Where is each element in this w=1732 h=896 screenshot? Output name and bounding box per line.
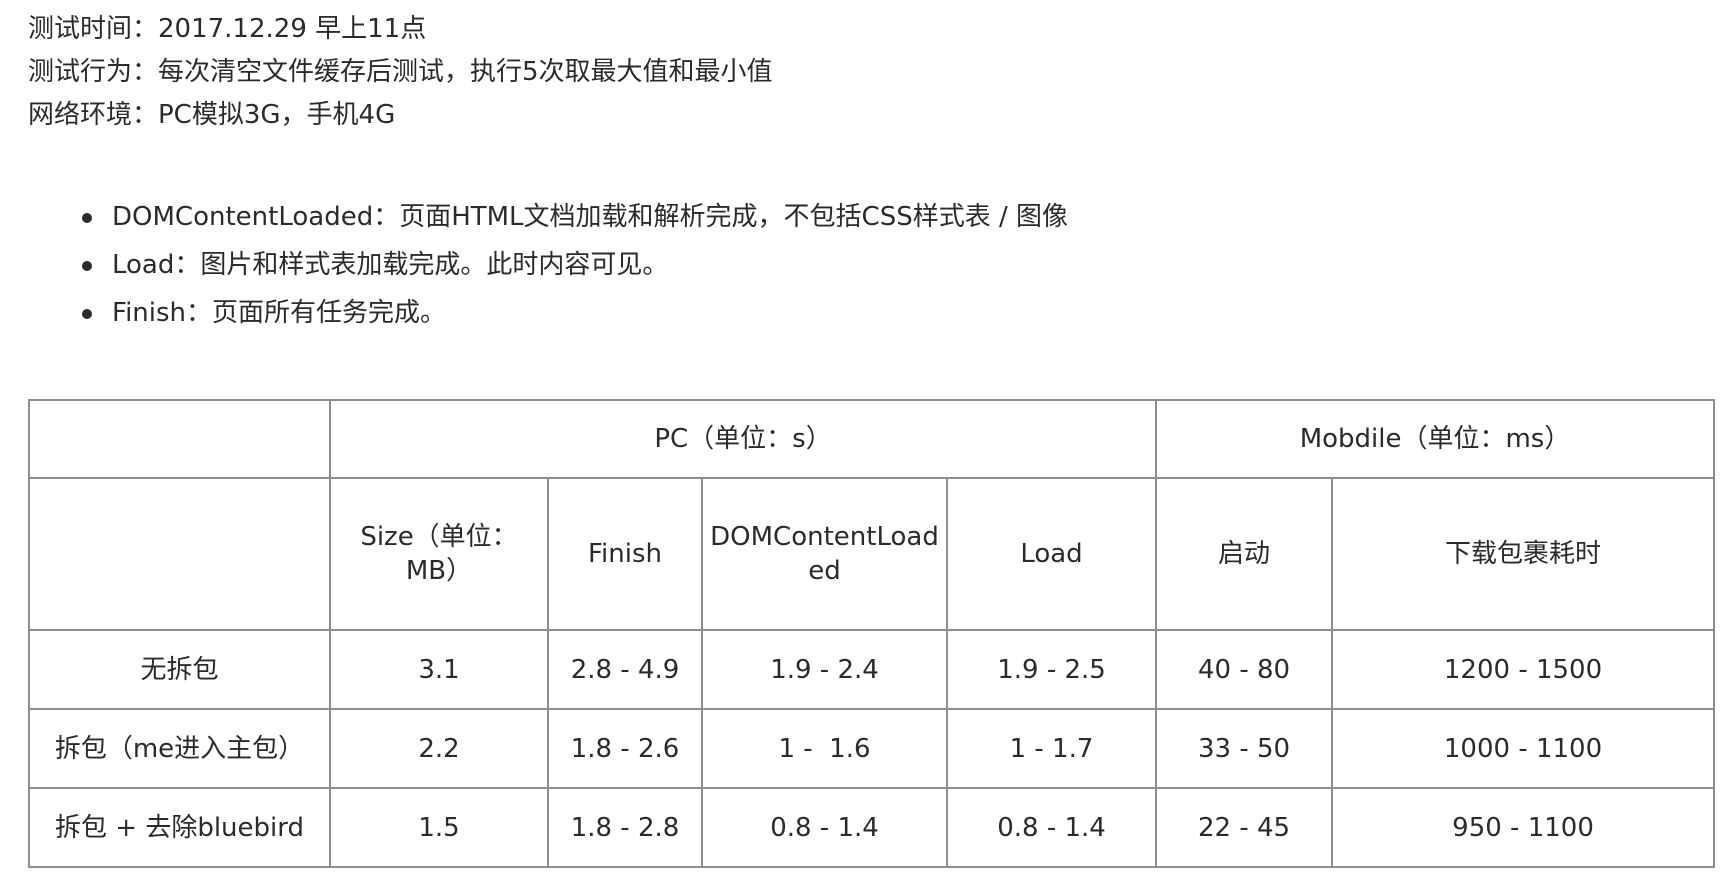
- bullet-icon: [82, 213, 92, 223]
- table-column-header-row: Size（单位：MB） Finish DOMContentLoaded Load…: [28, 477, 1716, 631]
- network-env-line: 网络环境：PC模拟3G，手机4G: [28, 100, 396, 130]
- test-time-line: 测试时间：2017.12.29 早上11点: [28, 14, 427, 44]
- table-row: 拆包（me进入主包） 2.2 1.8 - 2.6 1 - 1.6 1 - 1.7…: [28, 708, 1716, 789]
- table-row: 无拆包 3.1 2.8 - 4.9 1.9 - 2.4 1.9 - 2.5 40…: [28, 629, 1716, 710]
- metric-definitions-list: DOMContentLoaded：页面HTML文档加载和解析完成，不包括CSS样…: [76, 200, 1068, 344]
- download-cell: 1200 - 1500: [1331, 629, 1716, 710]
- list-item: Load：图片和样式表加载完成。此时内容可见。: [76, 248, 1068, 296]
- load-column-header: Load: [945, 477, 1158, 631]
- dcl-cell: 1 - 1.6: [701, 708, 948, 789]
- startup-column-header: 启动: [1155, 477, 1334, 631]
- load-cell: 1 - 1.7: [945, 708, 1158, 789]
- download-column-header: 下载包裹耗时: [1331, 477, 1716, 631]
- table-row-label-header: [28, 477, 331, 631]
- size-column-header: Size（单位：MB）: [329, 477, 549, 631]
- download-cell: 1000 - 1100: [1331, 708, 1716, 789]
- performance-table: PC（单位：s） Mobdile（单位：ms） Size（单位：MB） Fini…: [28, 399, 1716, 868]
- size-cell: 2.2: [329, 708, 549, 789]
- bullet-icon: [82, 309, 92, 319]
- row-label-cell: 拆包（me进入主包）: [28, 708, 331, 789]
- dcl-column-header: DOMContentLoaded: [701, 477, 948, 631]
- size-cell: 3.1: [329, 629, 549, 710]
- bullet-text: Finish：页面所有任务完成。: [112, 298, 447, 328]
- bullet-icon: [82, 261, 92, 271]
- startup-cell: 40 - 80: [1155, 629, 1334, 710]
- finish-cell: 1.8 - 2.6: [547, 708, 703, 789]
- size-cell: 1.5: [329, 787, 549, 868]
- bullet-text: DOMContentLoaded：页面HTML文档加载和解析完成，不包括CSS样…: [112, 202, 1068, 232]
- row-label-cell: 无拆包: [28, 629, 331, 710]
- mobile-group-header: Mobdile（单位：ms）: [1155, 399, 1716, 479]
- pc-group-header: PC（单位：s）: [328, 399, 1158, 479]
- table-corner-cell: [28, 399, 331, 479]
- download-cell: 950 - 1100: [1331, 787, 1716, 868]
- dcl-cell: 0.8 - 1.4: [701, 787, 948, 868]
- list-item: DOMContentLoaded：页面HTML文档加载和解析完成，不包括CSS样…: [76, 200, 1068, 248]
- table-row: 拆包 + 去除bluebird 1.5 1.8 - 2.8 0.8 - 1.4 …: [28, 787, 1716, 868]
- startup-cell: 33 - 50: [1155, 708, 1334, 789]
- document-page: 测试时间：2017.12.29 早上11点 测试行为：每次清空文件缓存后测试，执…: [0, 0, 1732, 896]
- load-cell: 1.9 - 2.5: [945, 629, 1158, 710]
- table-group-header-row: PC（单位：s） Mobdile（单位：ms）: [28, 399, 1716, 479]
- startup-cell: 22 - 45: [1155, 787, 1334, 868]
- bullet-text: Load：图片和样式表加载完成。此时内容可见。: [112, 250, 669, 280]
- test-behavior-line: 测试行为：每次清空文件缓存后测试，执行5次取最大值和最小值: [28, 57, 773, 87]
- dcl-cell: 1.9 - 2.4: [701, 629, 948, 710]
- row-label-cell: 拆包 + 去除bluebird: [28, 787, 331, 868]
- finish-cell: 1.8 - 2.8: [547, 787, 703, 868]
- finish-column-header: Finish: [547, 477, 703, 631]
- list-item: Finish：页面所有任务完成。: [76, 296, 1068, 344]
- load-cell: 0.8 - 1.4: [945, 787, 1158, 868]
- finish-cell: 2.8 - 4.9: [547, 629, 703, 710]
